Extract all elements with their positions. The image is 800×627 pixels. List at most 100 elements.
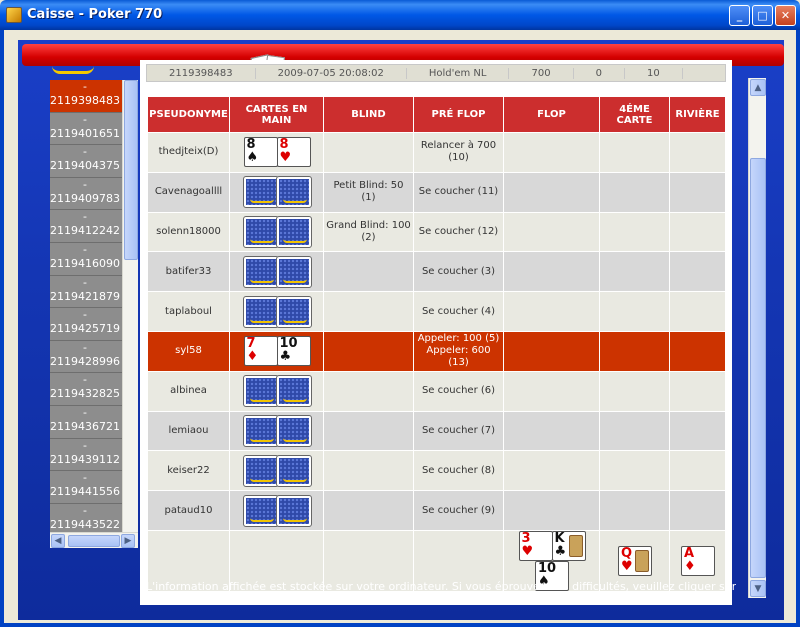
list-item-dash: - xyxy=(83,340,87,354)
turn-action xyxy=(599,330,670,372)
blind-action: Grand Blind: 100 (2) xyxy=(323,211,414,253)
preflop-action: Se coucher (7) xyxy=(413,410,504,452)
hand-list-item[interactable]: -2119404375 xyxy=(50,145,122,178)
hole-cards xyxy=(229,450,324,492)
playing-card: 7 ♦ xyxy=(243,336,278,367)
flop-action xyxy=(503,490,600,531)
player-row[interactable]: pataud10 Se coucher (9) xyxy=(147,490,726,531)
player-name: pataud10 xyxy=(147,490,230,531)
card-suit-icon: ♦ xyxy=(246,349,259,365)
scroll-thumb[interactable] xyxy=(68,535,120,547)
hand-list-item[interactable]: -2119398483 xyxy=(50,80,122,113)
close-button[interactable]: ✕ xyxy=(775,5,796,26)
player-row[interactable]: thedjteix(D) 8 ♠ 8 ♥ Relancer à 700 (10) xyxy=(147,132,726,173)
blind-action xyxy=(323,450,414,492)
hole-cards xyxy=(229,370,324,412)
player-row[interactable]: syl58 7 ♦ 10 ♣ Appeler: 100 (5) Appeler: 600 … xyxy=(147,330,726,372)
turn-action xyxy=(599,291,670,332)
hand-list-horizontal-scrollbar[interactable]: ◀ ▶ xyxy=(50,532,138,548)
playing-card: Q ♥ xyxy=(618,545,652,576)
playing-card: A ♦ xyxy=(681,545,715,576)
hand-id: 2119412242 xyxy=(50,224,120,238)
hand-id: 2119416090 xyxy=(50,256,120,270)
preflop-action: Relancer à 700 (10) xyxy=(413,132,504,173)
hand-list-item[interactable]: -2119443522 xyxy=(50,503,122,532)
blind-action xyxy=(323,330,414,372)
player-name: syl58 xyxy=(147,330,230,372)
card-back-icon xyxy=(242,255,279,288)
blind-action xyxy=(323,370,414,412)
player-name: Cavenagoallll xyxy=(147,171,230,213)
flop-action xyxy=(503,330,600,372)
preflop-action: Se coucher (6) xyxy=(413,370,504,412)
hand-list-item[interactable]: -2119409783 xyxy=(50,177,122,211)
scroll-thumb[interactable] xyxy=(750,158,766,578)
hand-id: 2119404375 xyxy=(50,159,120,173)
player-name: solenn18000 xyxy=(147,211,230,253)
blind-action xyxy=(323,490,414,531)
hand-list-item[interactable]: -2119401651 xyxy=(50,112,122,146)
preflop-action: Appeler: 100 (5) Appeler: 600 (13) xyxy=(413,330,504,372)
turn-action xyxy=(599,450,670,492)
header-turn: 4ÉME CARTE xyxy=(599,96,670,133)
card-suit-icon: ♥ xyxy=(521,543,534,559)
hand-list-item[interactable]: -2119428996 xyxy=(50,340,122,374)
list-item-dash: - xyxy=(83,308,87,322)
card-back-icon xyxy=(242,295,279,328)
hand-list-item[interactable]: -2119412242 xyxy=(50,210,122,243)
header-blind: BLIND xyxy=(323,96,414,133)
header-pseudonyme: PSEUDONYME xyxy=(147,96,230,133)
hand-list-item[interactable]: -2119421879 xyxy=(50,275,122,309)
player-row[interactable]: batifer33 Se coucher (3) xyxy=(147,251,726,293)
preflop-action: Se coucher (9) xyxy=(413,490,504,531)
player-row[interactable]: solenn18000 Grand Blind: 100 (2) Se couche… xyxy=(147,211,726,253)
scroll-up-icon[interactable]: ▲ xyxy=(750,79,766,96)
hand-id: 2119398483 xyxy=(50,94,120,107)
player-row[interactable]: Cavenagoallll Petit Blind: 50 (1) Se couch… xyxy=(147,171,726,213)
scroll-left-icon[interactable]: ◀ xyxy=(51,534,65,548)
hand-list-item[interactable]: -2119439112 xyxy=(50,438,122,472)
hand-id: 2119439112 xyxy=(50,452,120,466)
header-river: RIVIÈRE xyxy=(669,96,726,133)
turn-action xyxy=(599,171,670,213)
face-card-figure-icon xyxy=(635,549,649,572)
river-action xyxy=(669,450,726,492)
preflop-action: Se coucher (11) xyxy=(413,171,504,213)
list-item-dash: - xyxy=(83,405,87,419)
maximize-button[interactable]: □ xyxy=(752,5,773,26)
flop-action xyxy=(503,370,600,412)
blind-action xyxy=(323,291,414,332)
hand-list-item[interactable]: -2119441556 xyxy=(50,471,122,504)
hand-list-item[interactable]: -2119425719 xyxy=(50,308,122,341)
player-row[interactable]: lemiaou Se coucher (7) xyxy=(147,410,726,452)
face-card-figure-icon xyxy=(568,534,583,557)
list-item-dash: - xyxy=(83,80,87,93)
scroll-right-icon[interactable]: ▶ xyxy=(121,534,135,548)
river-action xyxy=(669,291,726,332)
main-vertical-scrollbar[interactable]: ▲ ▼ xyxy=(748,78,766,598)
hand-list-vertical-scrollbar[interactable] xyxy=(122,80,138,532)
list-item-dash: - xyxy=(83,210,87,224)
preflop-action: Se coucher (4) xyxy=(413,291,504,332)
hand-summary-strip: 2119398483 2009-07-05 20:08:02 Hold'em NL 7… xyxy=(146,64,726,82)
hand-list-item[interactable]: -2119432825 xyxy=(50,373,122,406)
hand-list-item[interactable]: -2119436721 xyxy=(50,405,122,439)
hand-id: 2119443522 xyxy=(50,517,120,531)
playing-card: 10 ♣ xyxy=(276,336,311,367)
player-row[interactable]: keiser22 Se coucher (8) xyxy=(147,450,726,492)
list-item-dash: - xyxy=(83,503,87,517)
player-row[interactable]: taplaboul Se coucher (4) xyxy=(147,291,726,332)
river-action xyxy=(669,251,726,293)
hand-summary-cell: 2009-07-05 20:08:02 xyxy=(256,67,407,79)
hand-list-item[interactable]: -2119416090 xyxy=(50,242,122,276)
scroll-down-icon[interactable]: ▼ xyxy=(750,580,766,597)
title-bar[interactable]: Caisse - Poker 770 _ □ ✕ xyxy=(0,0,800,30)
card-back-icon xyxy=(242,375,279,408)
flop-action xyxy=(503,450,600,492)
card-back-icon xyxy=(275,375,312,408)
scroll-thumb[interactable] xyxy=(124,80,138,260)
player-row[interactable]: albinea Se coucher (6) xyxy=(147,370,726,412)
hand-summary-cell: 700 xyxy=(509,67,574,79)
minimize-button[interactable]: _ xyxy=(729,5,750,26)
hand-summary-cell: 10 xyxy=(625,67,683,79)
